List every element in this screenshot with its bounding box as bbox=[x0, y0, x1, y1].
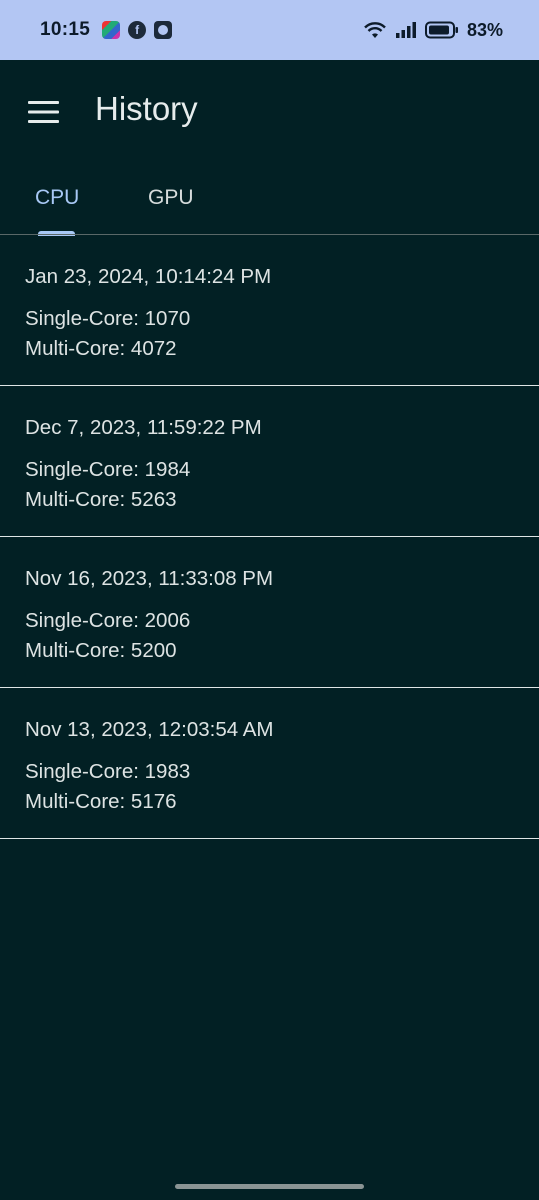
notification-icons: f bbox=[102, 21, 173, 39]
signal-icon bbox=[395, 22, 416, 38]
wifi-icon bbox=[364, 22, 386, 38]
battery-icon bbox=[424, 21, 458, 39]
square-app-icon bbox=[154, 21, 173, 39]
status-time: 10:15 bbox=[40, 19, 91, 40]
gesture-navigation-bar[interactable] bbox=[175, 1184, 364, 1189]
history-item[interactable]: Nov 13, 2023, 12:03:54 AM Single-Core: 1… bbox=[0, 688, 539, 839]
battery-percent: 83% bbox=[466, 19, 503, 40]
multi-core-score: Multi-Core: 5176 bbox=[25, 790, 177, 813]
facebook-icon: f bbox=[128, 21, 147, 39]
tab-gpu[interactable]: GPU bbox=[148, 186, 194, 210]
mj-app-icon bbox=[102, 21, 121, 39]
hamburger-menu-icon bbox=[28, 101, 59, 123]
history-date: Nov 13, 2023, 12:03:54 AM bbox=[25, 718, 274, 741]
page-title: History bbox=[95, 90, 198, 127]
app-bar: History bbox=[0, 60, 539, 164]
tab-cpu[interactable]: CPU bbox=[35, 186, 79, 210]
tab-bar: CPU GPU bbox=[0, 164, 539, 236]
multi-core-score: Multi-Core: 5263 bbox=[25, 488, 177, 511]
system-indicators: 83% bbox=[363, 20, 503, 41]
multi-core-score: Multi-Core: 5200 bbox=[25, 639, 177, 662]
status-bar: 10:15 f 83% bbox=[0, 0, 539, 60]
history-date: Jan 23, 2024, 10:14:24 PM bbox=[25, 265, 272, 288]
single-core-score: Single-Core: 1984 bbox=[25, 458, 191, 481]
single-core-score: Single-Core: 2006 bbox=[25, 609, 191, 632]
history-item[interactable]: Nov 16, 2023, 11:33:08 PM Single-Core: 2… bbox=[0, 537, 539, 688]
single-core-score: Single-Core: 1070 bbox=[25, 307, 191, 330]
multi-core-score: Multi-Core: 4072 bbox=[25, 337, 177, 360]
single-core-score: Single-Core: 1983 bbox=[25, 760, 191, 783]
history-item[interactable]: Dec 7, 2023, 11:59:22 PM Single-Core: 19… bbox=[0, 386, 539, 537]
history-date: Nov 16, 2023, 11:33:08 PM bbox=[25, 567, 274, 590]
history-list: Jan 23, 2024, 10:14:24 PM Single-Core: 1… bbox=[0, 235, 539, 839]
menu-button[interactable] bbox=[18, 86, 70, 138]
history-item[interactable]: Jan 23, 2024, 10:14:24 PM Single-Core: 1… bbox=[0, 235, 539, 386]
history-date: Dec 7, 2023, 11:59:22 PM bbox=[25, 416, 262, 439]
